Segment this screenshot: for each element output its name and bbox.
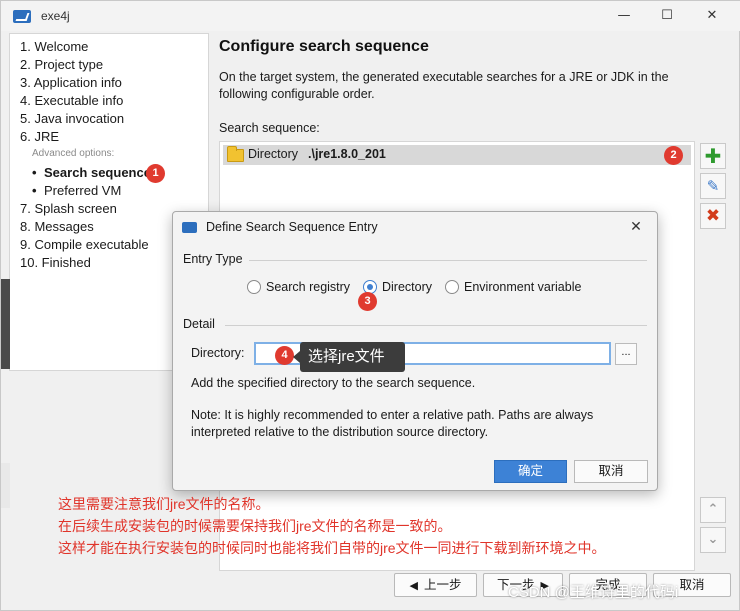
search-sequence-label: Search sequence:	[219, 121, 320, 135]
step-badge-1: 1	[146, 164, 165, 183]
entry-type: Directory	[248, 147, 299, 161]
bullet: •	[32, 165, 37, 180]
arrow-left-icon: ◀	[409, 579, 418, 592]
app-icon	[182, 222, 197, 233]
close-button[interactable]: ✕	[701, 6, 723, 26]
app-icon	[13, 10, 31, 23]
page-title: Configure search sequence	[219, 38, 429, 55]
dialog-cancel-button[interactable]: 取消	[574, 460, 648, 483]
note-line-2: interpreted relative to the distribution…	[191, 425, 489, 439]
step-badge-3: 3	[358, 292, 377, 311]
step-project-type[interactable]: 2. Project type	[20, 57, 103, 72]
radio-environment-variable-label: Environment variable	[464, 280, 582, 294]
step-preferred-vm[interactable]: • Preferred VM	[32, 183, 121, 198]
list-item[interactable]: Directory .\jre1.8.0_201	[223, 145, 691, 165]
annotation-note-2: 在后续生成安装包的时候需要保持我们jre文件的名称是一致的。	[58, 518, 452, 534]
detail-label: Detail	[183, 317, 215, 331]
add-entry-button[interactable]: ✚	[700, 143, 726, 169]
background-window-edge	[1, 463, 10, 508]
previous-button-label: 上一步	[423, 578, 462, 592]
step-search-sequence-label: Search sequence	[44, 165, 151, 180]
step-badge-2: 2	[664, 146, 683, 165]
radio-directory[interactable]: Directory	[363, 280, 432, 294]
step-finished[interactable]: 10. Finished	[20, 255, 91, 270]
radio-search-registry-label: Search registry	[266, 280, 351, 294]
browse-button[interactable]: ...	[615, 343, 637, 365]
divider	[249, 260, 647, 261]
previous-button[interactable]: ◀ 上一步	[394, 573, 477, 597]
step-java-invocation[interactable]: 5. Java invocation	[20, 111, 124, 126]
annotation-note-1: 这里需要注意我们jre文件的名称。	[58, 496, 270, 512]
annotation-note-3: 这样才能在执行安装包的时候同时也能将我们自带的jre文件一同进行下载到新环境之中…	[58, 540, 606, 556]
step-search-sequence[interactable]: • Search sequence	[32, 165, 151, 180]
step-executable-info[interactable]: 4. Executable info	[20, 93, 123, 108]
note-line-1: Note: It is highly recommended to enter …	[191, 408, 594, 422]
step-welcome[interactable]: 1. Welcome	[20, 39, 88, 54]
title-bar: exe4j — ☐ ✕	[1, 1, 740, 31]
step-compile-executable[interactable]: 9. Compile executable	[20, 237, 149, 252]
step-badge-4: 4	[275, 346, 294, 365]
edit-entry-button[interactable]: ✎	[700, 173, 726, 199]
maximize-button[interactable]: ☐	[656, 6, 678, 26]
folder-icon	[227, 146, 244, 162]
radio-icon	[445, 280, 459, 294]
csdn-watermark: CSDN @王维诗里的代码i	[508, 584, 679, 601]
dialog-close-button[interactable]: ✕	[625, 216, 647, 238]
step-preferred-vm-label: Preferred VM	[44, 183, 122, 198]
radio-directory-label: Directory	[382, 280, 433, 294]
background-window-edge	[1, 279, 10, 369]
step-jre[interactable]: 6. JRE	[20, 129, 59, 144]
divider	[225, 325, 647, 326]
remove-entry-button[interactable]: ✖	[700, 203, 726, 229]
dialog-title: Define Search Sequence Entry	[206, 220, 378, 234]
step-messages[interactable]: 8. Messages	[20, 219, 94, 234]
select-jre-tooltip: 选择jre文件	[293, 342, 405, 372]
minimize-button[interactable]: —	[613, 6, 635, 26]
entry-type-label: Entry Type	[183, 252, 243, 266]
ok-button[interactable]: 确定	[494, 460, 567, 483]
radio-search-registry[interactable]: Search registry	[247, 280, 350, 294]
page-description: On the target system, the generated exec…	[219, 70, 669, 101]
move-up-button[interactable]: ⌃	[700, 497, 726, 523]
move-down-button[interactable]: ⌄	[700, 527, 726, 553]
step-splash-screen[interactable]: 7. Splash screen	[20, 201, 117, 216]
define-search-sequence-dialog: Define Search Sequence Entry ✕ Entry Typ…	[172, 211, 658, 491]
bullet: •	[32, 183, 37, 198]
help-text: Add the specified directory to the searc…	[191, 376, 476, 390]
advanced-options-label: Advanced options:	[32, 148, 115, 159]
window-title: exe4j	[41, 9, 70, 23]
radio-icon	[247, 280, 261, 294]
radio-environment-variable[interactable]: Environment variable	[445, 280, 581, 294]
entry-path: .\jre1.8.0_201	[308, 147, 386, 161]
directory-label: Directory:	[191, 346, 245, 360]
step-application-info[interactable]: 3. Application info	[20, 75, 122, 90]
